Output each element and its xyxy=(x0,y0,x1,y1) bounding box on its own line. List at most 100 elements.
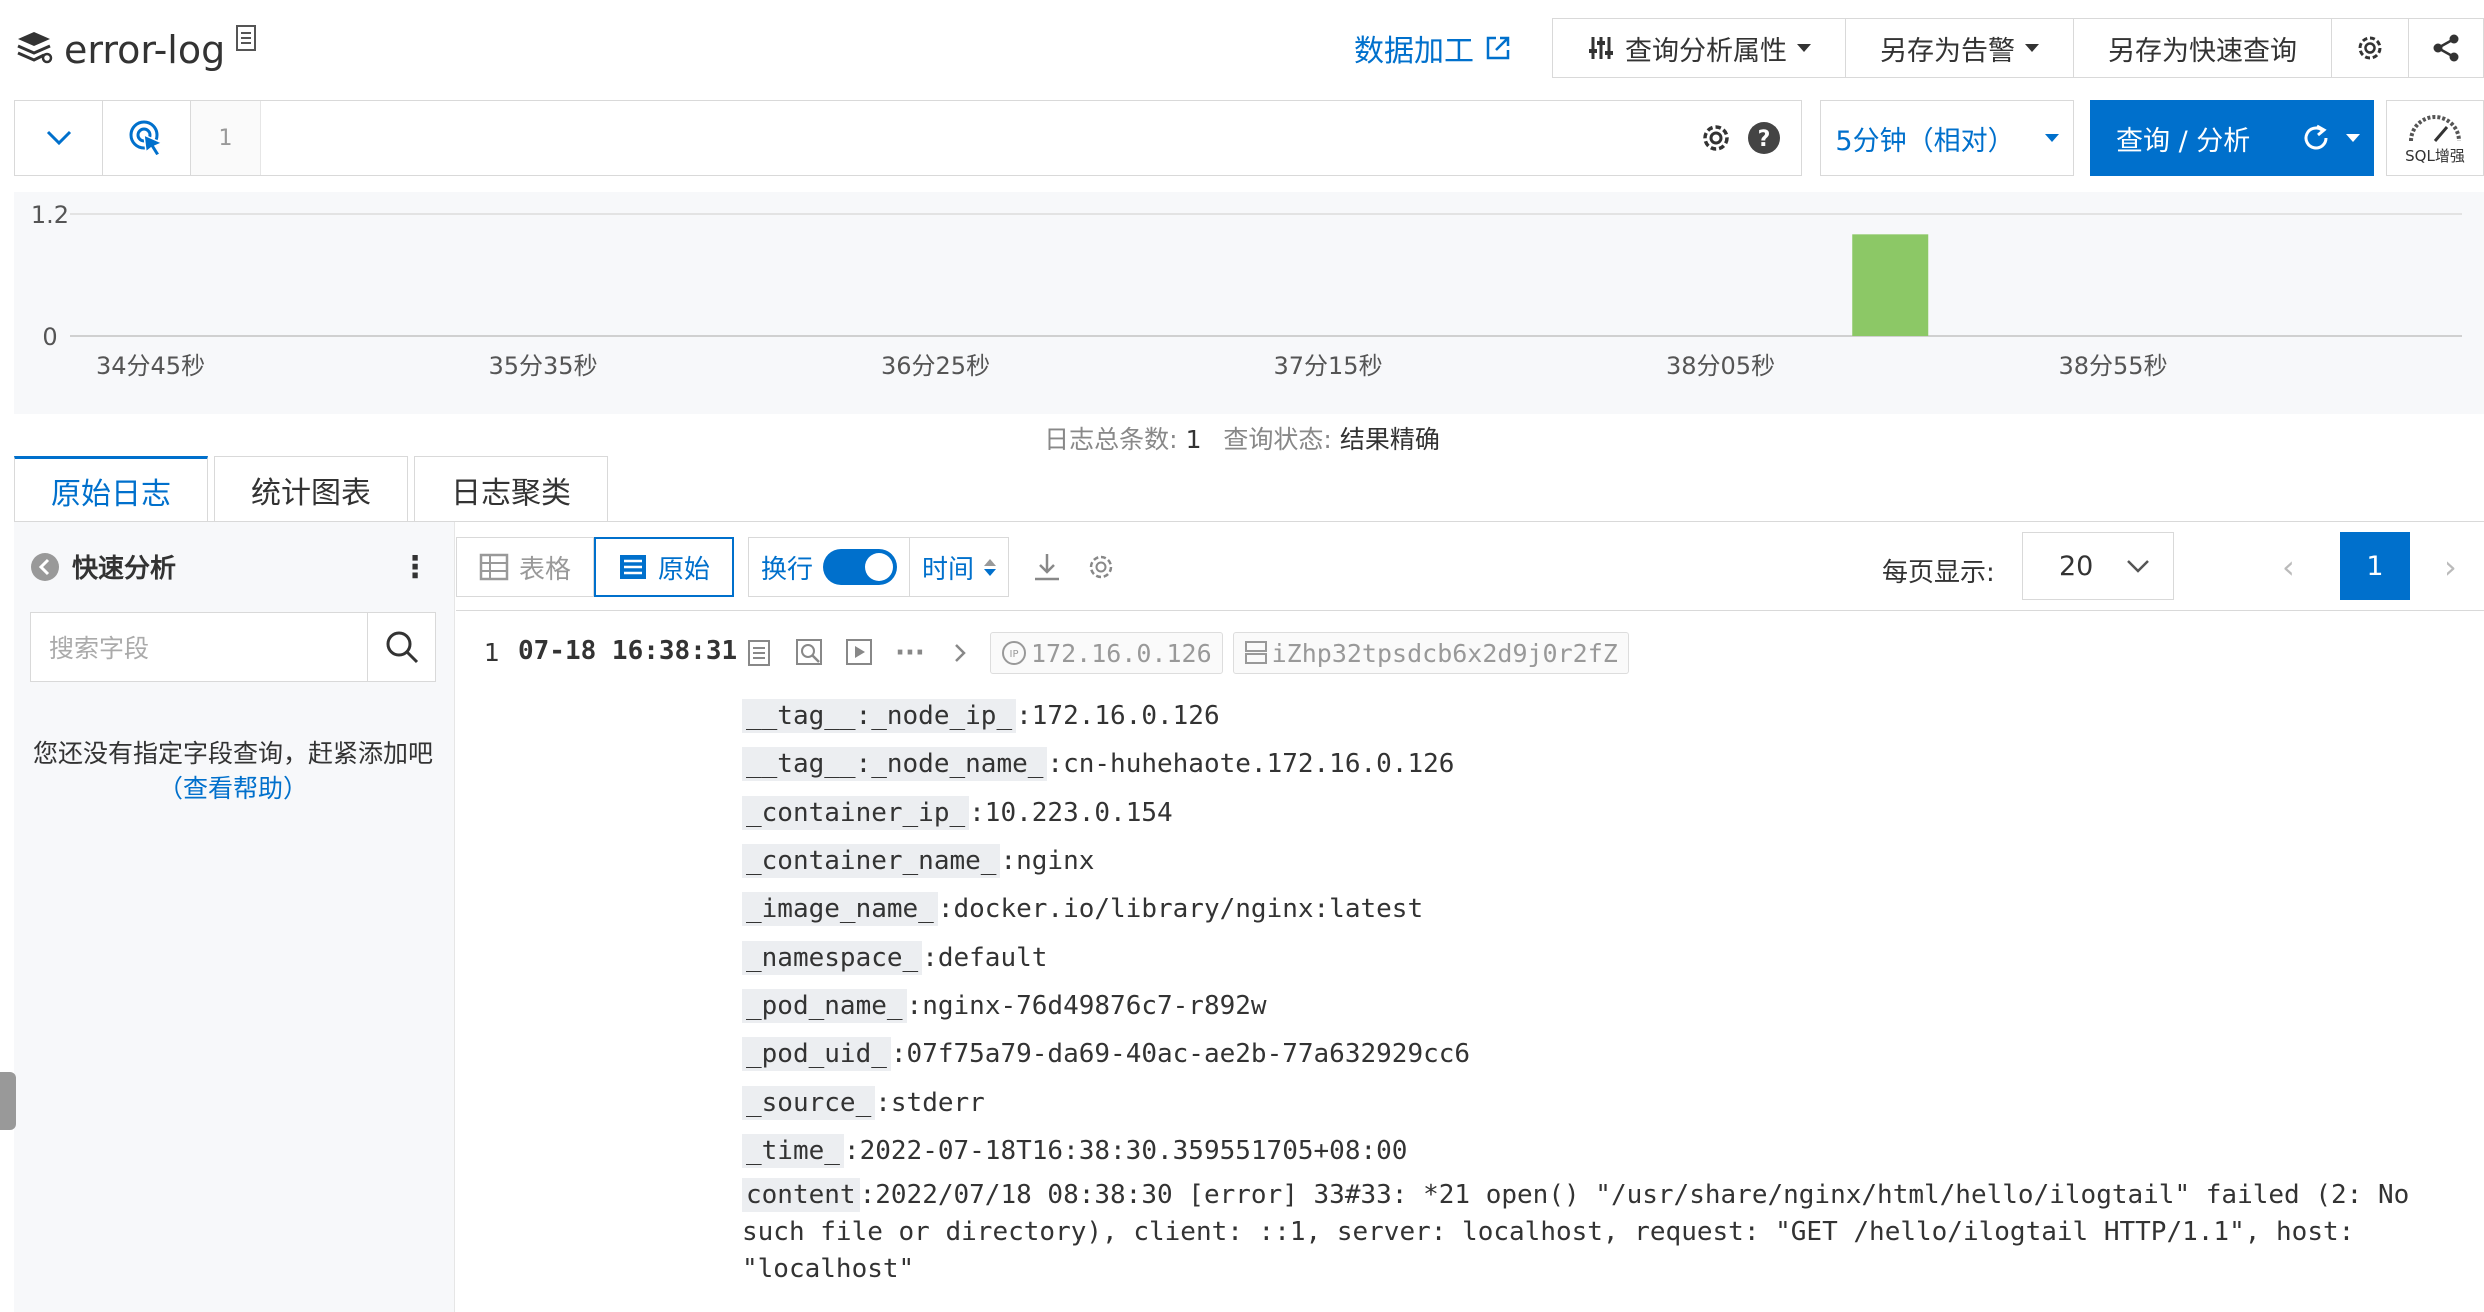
log-field-key[interactable]: _container_ip_ xyxy=(742,795,970,830)
sql-enhance-toggle[interactable]: SQL增强 xyxy=(2386,100,2484,176)
chevron-down-icon xyxy=(1797,44,1811,52)
x-tick-label: 35分35秒 xyxy=(489,352,598,380)
field-search-button[interactable] xyxy=(367,613,435,681)
save-as-alert-label: 另存为告警 xyxy=(1880,35,2015,67)
query-analysis-attr-button[interactable]: 查询分析属性 xyxy=(1552,18,1845,78)
log-field-key[interactable]: _source_ xyxy=(742,1085,876,1120)
hint-text: 您还没有指定字段查询，赶紧添加吧 xyxy=(32,739,433,768)
log-field-value: :nginx xyxy=(1000,846,1095,877)
chevron-down-icon xyxy=(2346,134,2361,142)
help-link[interactable]: （查看帮助） xyxy=(158,774,308,803)
query-analysis-attr-label: 查询分析属性 xyxy=(1625,35,1787,67)
share-button[interactable] xyxy=(2408,18,2484,78)
log-content-key[interactable]: content xyxy=(742,1177,860,1212)
chevron-down-icon xyxy=(2127,560,2149,573)
table-icon xyxy=(479,553,509,581)
results-divider xyxy=(456,610,2484,611)
log-field-key[interactable]: _pod_name_ xyxy=(742,988,907,1023)
view-raw-button[interactable]: 原始 xyxy=(594,537,735,597)
copy-icon[interactable] xyxy=(740,633,780,673)
download-icon[interactable] xyxy=(1031,551,1063,583)
chevron-down-icon xyxy=(46,130,71,146)
log-field-value: :default xyxy=(922,942,1048,973)
tab-log-clustering[interactable]: 日志聚类 xyxy=(414,456,608,522)
log-field-row: _pod_uid_:07f75a79-da69-40ac-ae2b-77a632… xyxy=(742,1030,2462,1078)
field-search-input[interactable]: 搜索字段 xyxy=(31,613,367,681)
speedometer-icon xyxy=(2409,114,2461,142)
server-icon xyxy=(1244,641,1267,664)
x-tick-label: 37分15秒 xyxy=(1274,352,1383,380)
chevron-down-icon xyxy=(2025,44,2039,52)
context-browse-icon[interactable] xyxy=(790,633,830,673)
sliders-icon xyxy=(1589,37,1613,59)
log-field-key[interactable]: _namespace_ xyxy=(742,940,923,975)
gear-icon[interactable] xyxy=(1085,551,1117,583)
log-field-row: _source_:stderr xyxy=(742,1078,2462,1126)
log-field-row: __tag__:_node_ip_:172.16.0.126 xyxy=(742,692,2462,740)
document-icon[interactable] xyxy=(235,24,261,61)
tab-raw-logs[interactable]: 原始日志 xyxy=(14,456,208,522)
query-input[interactable] xyxy=(261,101,1699,175)
current-page-button[interactable]: 1 xyxy=(2340,532,2410,600)
header-actions: 数据加工 查询分析属性 另存为告警 另存为快速查询 xyxy=(1354,18,2484,78)
log-field-row: _time_:2022-07-18T16:38:30.359551705+08:… xyxy=(742,1127,2462,1175)
sidebar-collapse-handle[interactable] xyxy=(0,1072,16,1130)
time-range-select[interactable]: 5分钟（相对） xyxy=(1820,100,2074,176)
data-process-link[interactable]: 数据加工 xyxy=(1354,26,1512,70)
query-expand-button[interactable] xyxy=(15,101,103,175)
live-tail-icon[interactable] xyxy=(840,633,880,673)
log-field-row: _container_name_:nginx xyxy=(742,837,2462,885)
save-as-alert-button[interactable]: 另存为告警 xyxy=(1845,18,2073,78)
next-page-icon[interactable]: › xyxy=(2444,548,2457,586)
query-line-number: 1 xyxy=(191,101,261,175)
log-field-value: :cn-huhehaote.172.16.0.126 xyxy=(1047,749,1455,780)
query-assistant-button[interactable] xyxy=(103,101,191,175)
collapse-left-icon[interactable] xyxy=(30,552,60,582)
log-field-key[interactable]: _image_name_ xyxy=(742,892,938,927)
log-field-row: _image_name_:docker.io/library/nginx:lat… xyxy=(742,885,2462,933)
y-tick-label: 0 xyxy=(42,323,57,351)
log-field-key[interactable]: _time_ xyxy=(742,1133,844,1168)
more-icon[interactable]: ··· xyxy=(890,633,930,673)
refresh-icon xyxy=(2304,124,2328,150)
more-options-icon[interactable]: ⋮ xyxy=(400,550,430,585)
prev-page-icon[interactable]: ‹ xyxy=(2282,548,2295,586)
wrap-label: 换行 xyxy=(761,554,814,585)
field-search: 搜索字段 xyxy=(30,612,436,682)
view-table-button[interactable]: 表格 xyxy=(456,537,595,597)
save-as-quick-query-button[interactable]: 另存为快速查询 xyxy=(2073,18,2331,78)
cursor-click-icon xyxy=(129,120,164,157)
svg-text:?: ? xyxy=(1758,127,1771,152)
settings-button[interactable] xyxy=(2331,18,2408,78)
log-field-key[interactable]: __tag__:_node_ip_ xyxy=(742,699,1017,734)
help-icon[interactable]: ? xyxy=(1747,121,1781,155)
wrap-toggle[interactable] xyxy=(823,549,898,585)
log-fields: __tag__:_node_ip_:172.16.0.126 __tag__:_n… xyxy=(742,692,2462,1288)
chevron-right-icon[interactable] xyxy=(940,633,980,673)
search-analyze-label: 查询 / 分析 xyxy=(2116,125,2251,157)
time-sort-button[interactable]: 时间 xyxy=(909,538,1008,596)
histogram-bar xyxy=(1852,234,1929,336)
save-as-quick-query-label: 另存为快速查询 xyxy=(2108,35,2297,67)
wrap-toggle-group[interactable]: 换行 xyxy=(749,538,909,596)
sort-icon xyxy=(984,558,997,576)
tab-stat-charts[interactable]: 统计图表 xyxy=(214,456,408,522)
log-field-key[interactable]: __tag__:_node_name_ xyxy=(742,747,1048,782)
per-page-select[interactable]: 20 xyxy=(2022,532,2174,600)
log-field-value: :172.16.0.126 xyxy=(1016,701,1220,732)
ip-tag-chip[interactable]: IP 172.16.0.126 xyxy=(990,632,1223,674)
result-tabs: 原始日志 统计图表 日志聚类 xyxy=(14,456,608,522)
time-sort-label: 时间 xyxy=(922,554,975,585)
log-content-value: :2022/07/18 08:38:30 [error] 33#33: *21 … xyxy=(742,1179,2425,1284)
log-field-row: _namespace_:default xyxy=(742,933,2462,981)
log-histogram: 1.2 0 34分45秒 35分35秒 36分25秒 37分15秒 38分05秒 38分55秒 xyxy=(14,192,2484,414)
gear-icon[interactable] xyxy=(1699,121,1733,155)
log-content-field: content:2022/07/18 08:38:30 [error] 33#3… xyxy=(742,1177,2457,1288)
log-field-row: __tag__:_node_name_:cn-huhehaote.172.16.… xyxy=(742,740,2462,788)
log-field-key[interactable]: _container_name_ xyxy=(742,844,1001,879)
search-analyze-button[interactable]: 查询 / 分析 xyxy=(2090,100,2374,176)
x-tick-label: 36分25秒 xyxy=(881,352,990,380)
host-tag-chip[interactable]: iZhp32tpsdcb6x2d9j0r2fZ xyxy=(1232,632,1629,674)
gear-icon xyxy=(2358,36,2382,60)
log-field-key[interactable]: _pod_uid_ xyxy=(742,1037,891,1072)
